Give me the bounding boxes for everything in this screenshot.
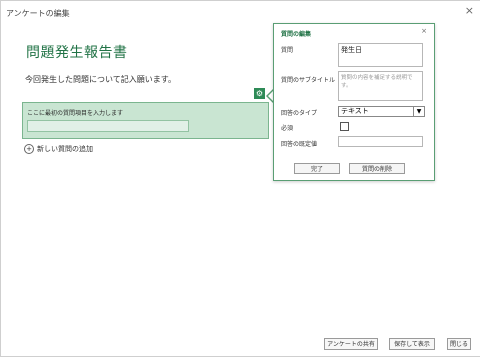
- required-checkbox[interactable]: [340, 122, 349, 131]
- answer-preview-box: [27, 120, 189, 132]
- answer-type-label: 回答のタイプ: [281, 110, 318, 117]
- add-circle-icon: +: [24, 144, 34, 154]
- question-settings-icon[interactable]: ⚙: [254, 88, 265, 99]
- chevron-down-icon: ▼: [413, 107, 424, 116]
- default-value-field[interactable]: [338, 136, 423, 147]
- survey-description[interactable]: 今回発生した問題について記入願います。: [25, 74, 176, 85]
- subtitle-field[interactable]: 質問の内容を補足する説明です。: [338, 71, 423, 101]
- window-title: アンケートの編集: [6, 9, 70, 18]
- add-question-label: 新しい質問の追加: [37, 145, 93, 153]
- panel-close-icon[interactable]: ×: [421, 27, 427, 35]
- share-survey-button[interactable]: アンケートの共有: [324, 338, 378, 350]
- survey-title[interactable]: 問題発生報告書: [26, 42, 128, 62]
- edit-question-panel: 質問の編集 × 質問 発生日 質問のサブタイトル 質問の内容を補足する説明です。…: [273, 23, 435, 181]
- default-value-label: 回答の既定値: [281, 141, 318, 148]
- subtitle-label: 質問のサブタイトル: [281, 77, 336, 84]
- question-text: ここに最初の質問項目を入力します: [27, 110, 124, 117]
- survey-editor-window: アンケートの編集 × 問題発生報告書 今回発生した問題について記入願います。 こ…: [0, 0, 480, 357]
- question-card[interactable]: ここに最初の質問項目を入力します: [22, 102, 269, 139]
- done-button[interactable]: 完了: [294, 163, 340, 174]
- window-close-button[interactable]: ×: [465, 4, 474, 17]
- save-and-view-button[interactable]: 保存して表示: [389, 338, 435, 350]
- answer-type-value: テキスト: [341, 107, 369, 115]
- close-button[interactable]: 閉じる: [447, 338, 471, 350]
- required-label: 必須: [281, 125, 294, 132]
- panel-title: 質問の編集: [281, 31, 312, 38]
- question-label: 質問: [281, 47, 294, 54]
- delete-question-button[interactable]: 質問の削除: [349, 163, 405, 174]
- question-field[interactable]: 発生日: [338, 43, 423, 67]
- answer-type-select[interactable]: テキスト ▼: [338, 106, 425, 117]
- subtitle-placeholder: 質問の内容を補足する説明です。: [341, 75, 413, 89]
- add-question-button[interactable]: + 新しい質問の追加: [24, 144, 93, 154]
